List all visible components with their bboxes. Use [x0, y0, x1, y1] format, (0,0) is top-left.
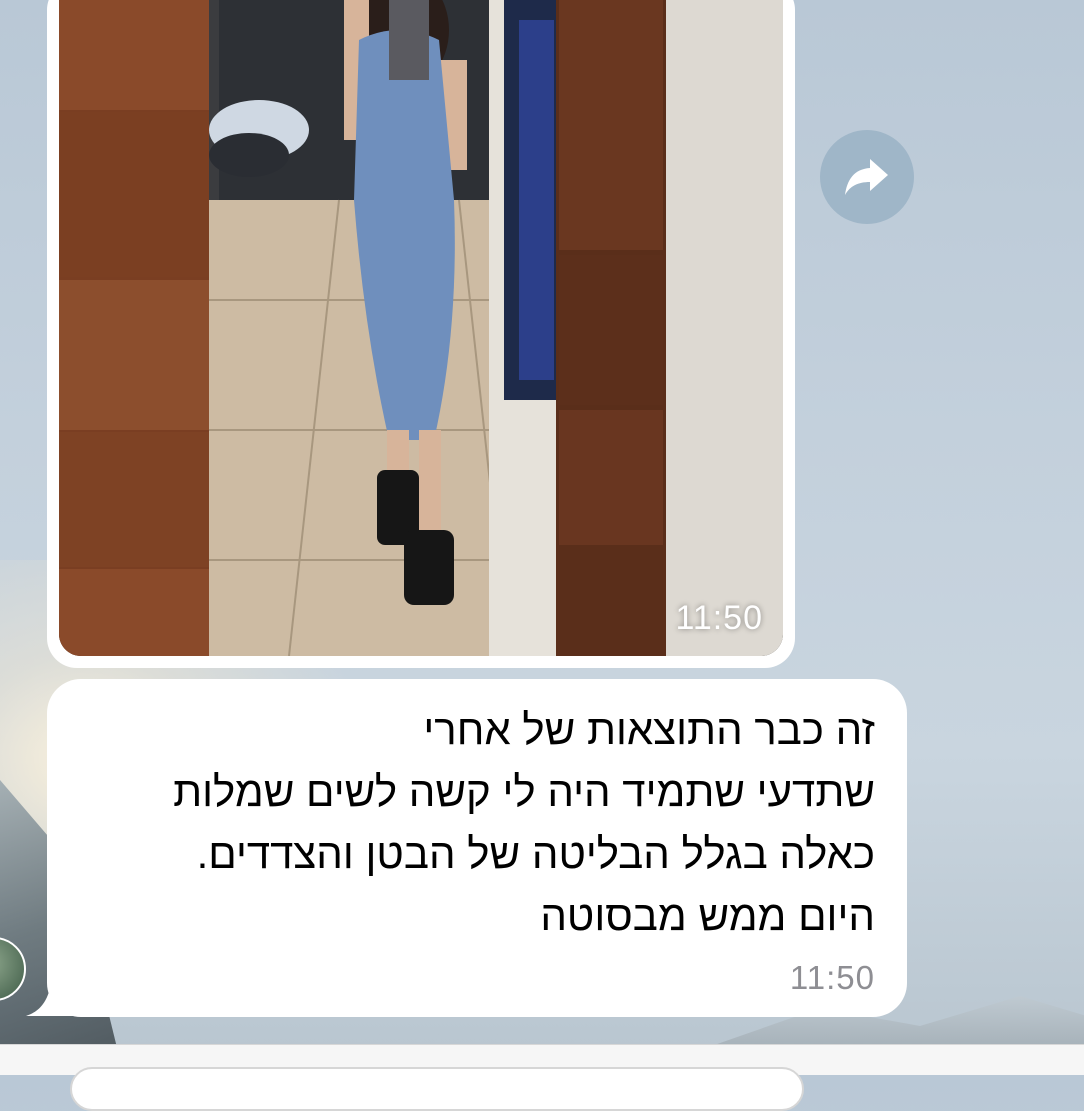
message-timestamp: 11:50 [789, 959, 875, 996]
share-button[interactable] [820, 130, 914, 224]
photo-timestamp: 11:50 [675, 599, 763, 637]
message-line: היום ממש מבסוטה [540, 892, 875, 939]
message-line: כאלה בגלל הבליטה של הבטן והצדדים. [196, 830, 875, 877]
message-photo[interactable]: 11:50 [59, 0, 783, 656]
message-line: זה כבר התוצאות של אחרי [423, 706, 875, 753]
text-message-bubble[interactable]: זה כבר התוצאות של אחרי שתדעי שתמיד היה ל… [47, 679, 907, 1017]
message-input-bar [0, 1044, 1084, 1111]
message-line: שתדעי שתמיד היה לי קשה לשים שמלות [173, 768, 875, 815]
message-text: זה כבר התוצאות של אחרי שתדעי שתמיד היה ל… [75, 699, 875, 947]
mirror-selfie-image [59, 0, 783, 656]
share-arrow-icon [845, 159, 888, 195]
